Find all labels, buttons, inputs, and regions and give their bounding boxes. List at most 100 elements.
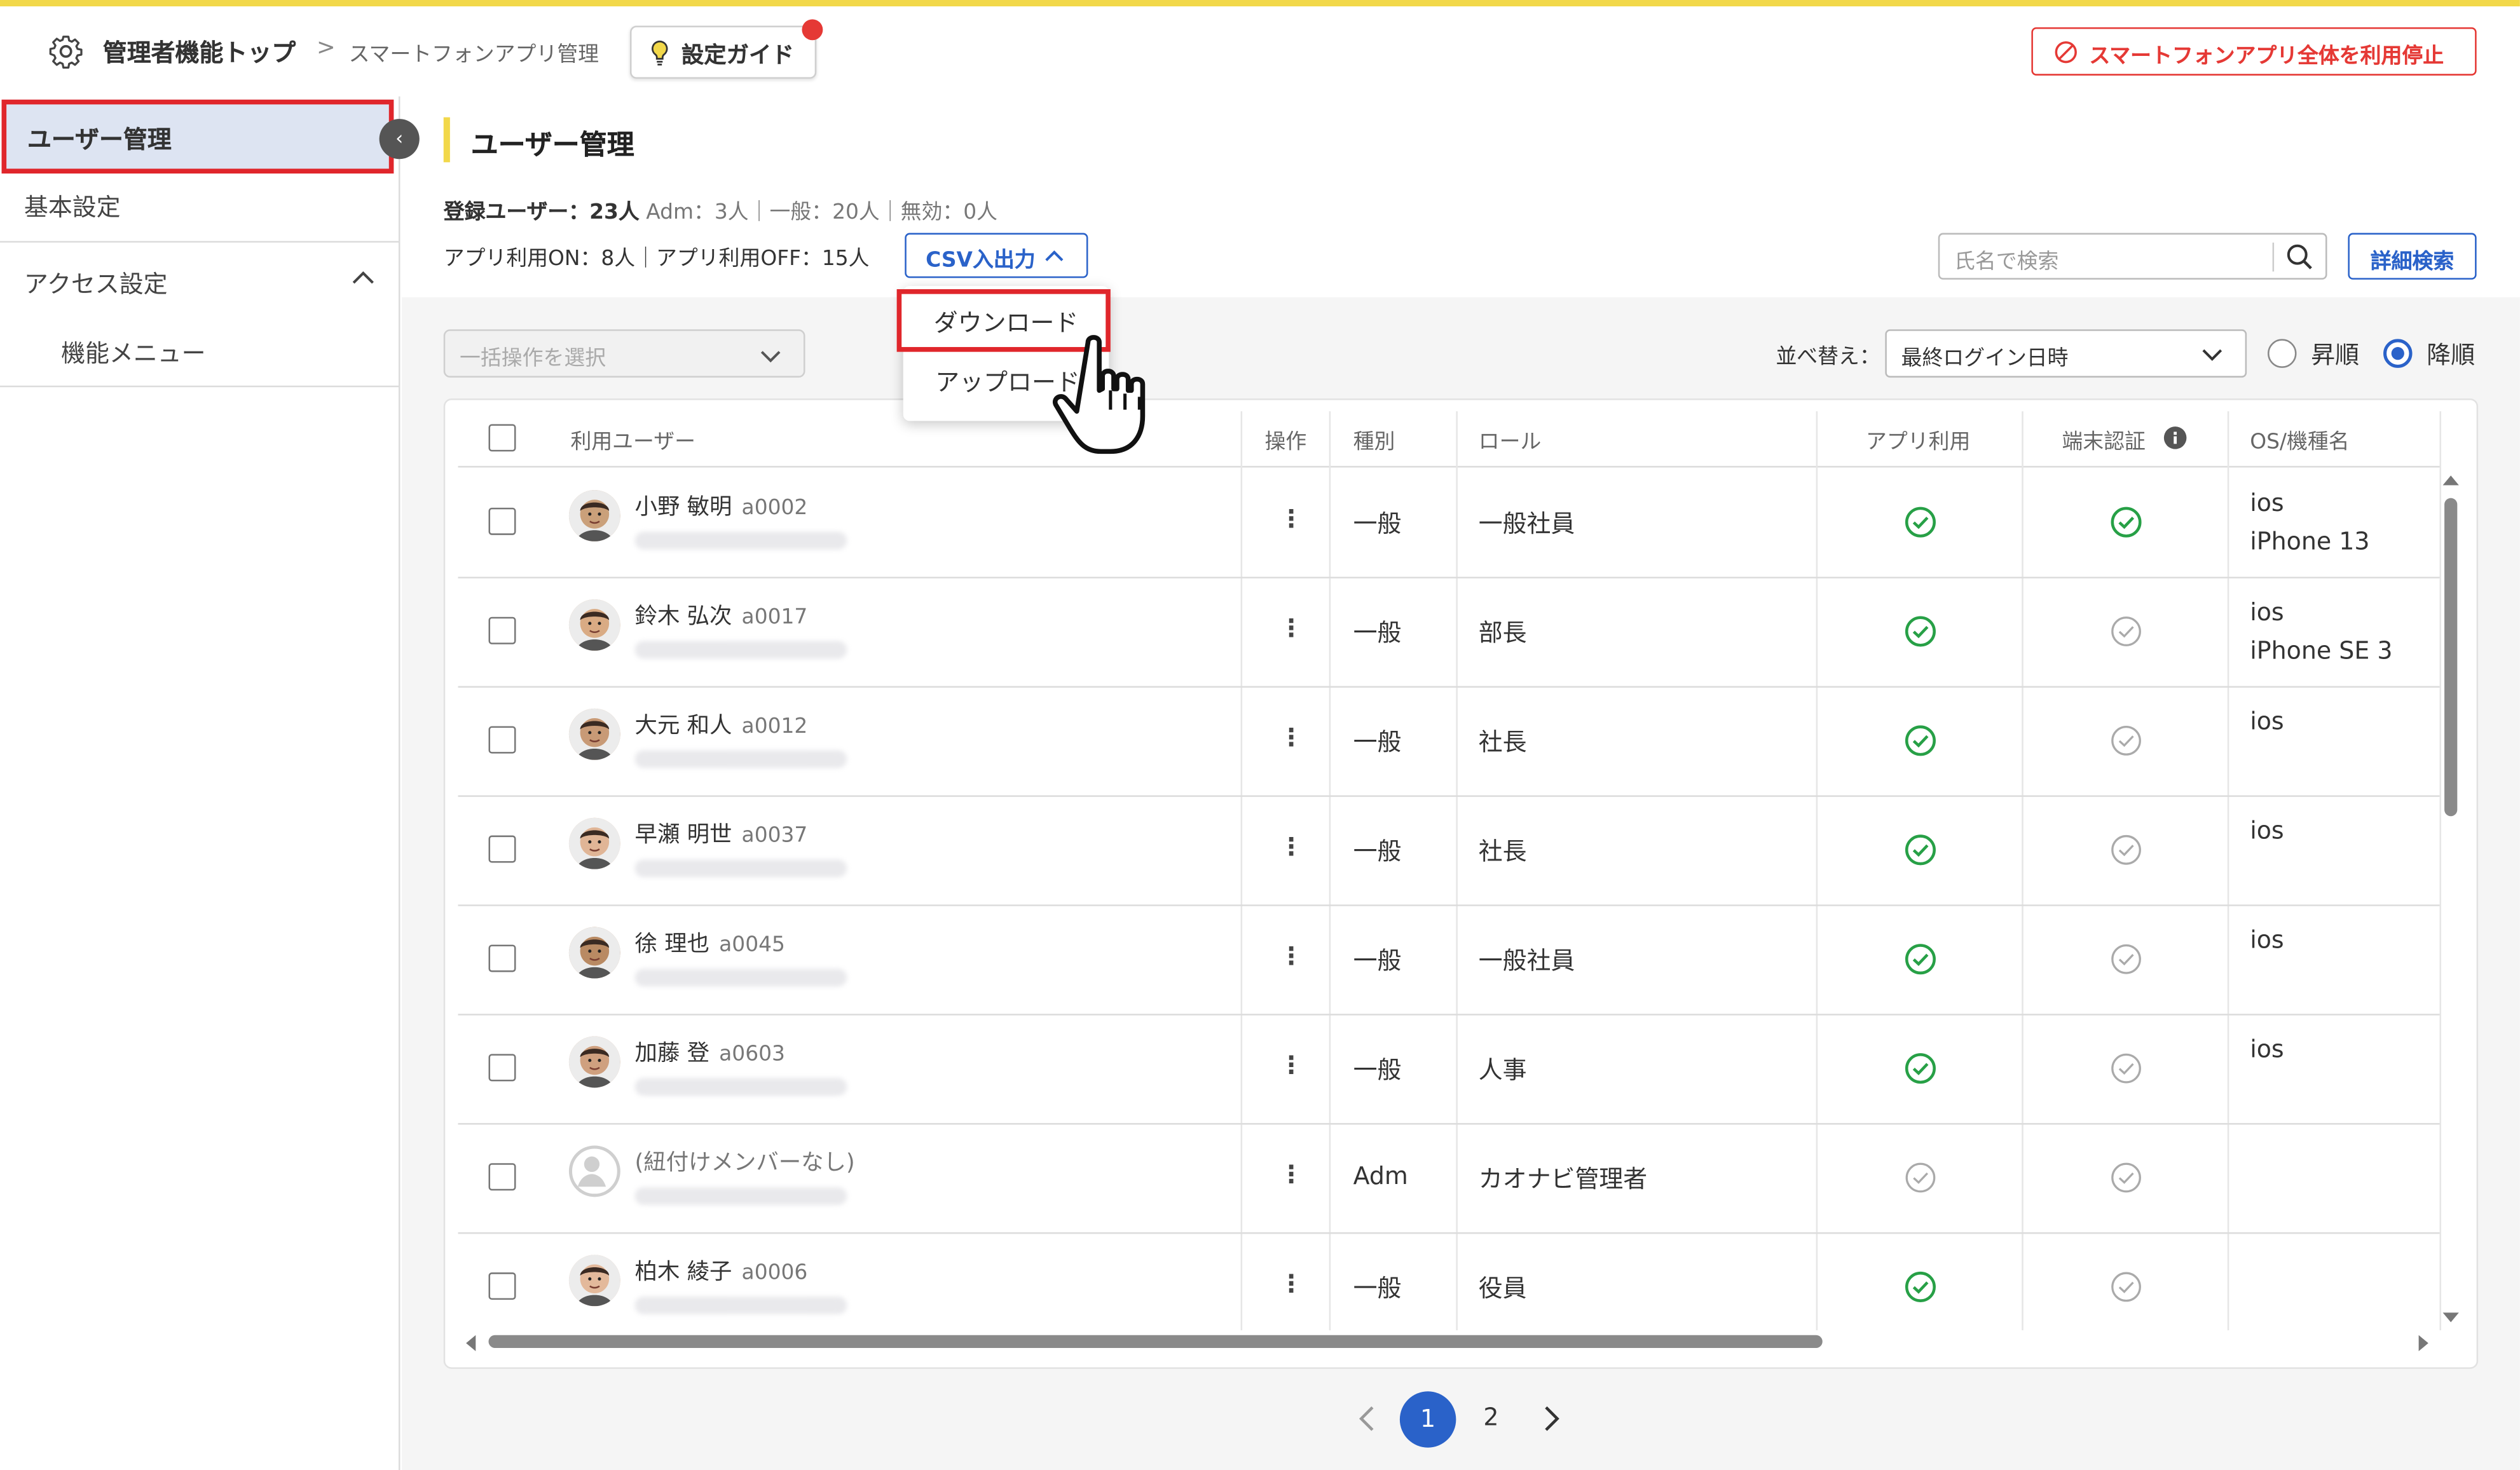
sidebar-item-function-menu[interactable]: 機能メニュー [61,336,206,369]
sort-select[interactable]: 最終ログイン日時 [1885,329,2247,378]
user-name[interactable]: 柏木 綾子 a0006 [635,1255,808,1287]
sidebar [0,96,401,1470]
scroll-right-arrow-icon[interactable] [2417,1333,2430,1352]
row-divider [458,576,2440,579]
row-action-menu-icon[interactable]: ⋮ [1279,614,1303,643]
breadcrumb-home[interactable]: 管理者機能トップ [103,36,296,69]
sidebar-item-user-management[interactable]: ユーザー管理 [1,99,394,174]
bulk-action-select[interactable]: 一括操作を選択 [443,329,805,378]
os-name: ios [2250,816,2284,845]
next-page-icon[interactable] [1543,1404,1562,1433]
sidebar-collapse-button[interactable]: ‹ [379,119,420,160]
device-auth-off-icon [2111,1162,2141,1193]
avatar [568,708,620,760]
row-action-menu-icon[interactable]: ⋮ [1279,833,1303,862]
user-email-blurred [634,641,847,659]
user-name[interactable]: 小野 敏明 a0002 [635,490,808,522]
user-id: a0017 [741,606,808,630]
vertical-scroll-thumb[interactable] [2444,498,2458,817]
col-header-app-usage[interactable]: アプリ利用 [1866,424,1970,455]
order-asc-label[interactable]: 昇順 [2311,337,2359,371]
user-name[interactable]: 鈴木 弘次 a0017 [635,599,808,632]
os-name: ios [2250,925,2284,955]
row-checkbox[interactable] [488,726,516,754]
row-checkbox[interactable] [488,1272,516,1300]
user-role: 人事 [1478,1055,1527,1085]
search-divider [2272,242,2275,272]
col-header-user[interactable]: 利用ユーザー [570,424,695,455]
select-all-checkbox[interactable] [488,424,516,452]
row-action-menu-icon[interactable]: ⋮ [1279,1051,1303,1080]
device-auth-off-icon [2111,726,2141,756]
column-divider [2022,411,2024,1331]
user-name-text: 小野 敏明 [634,494,732,521]
row-checkbox[interactable] [488,507,516,535]
col-header-device-auth[interactable]: 端末認証 [2062,424,2145,455]
col-header-role[interactable]: ロール [1479,424,1542,455]
table-header-divider [458,466,2440,468]
order-desc-radio[interactable] [2383,339,2413,368]
user-name[interactable]: (紐付けメンバーなし) [635,1145,865,1178]
row-checkbox[interactable] [488,616,516,644]
order-desc-label[interactable]: 降順 [2427,337,2475,371]
row-checkbox[interactable] [488,944,516,972]
user-type: 一般 [1353,1274,1402,1303]
notification-dot [802,19,823,41]
sidebar-item-label: ユーザー管理 [27,125,172,154]
order-asc-radio[interactable] [2268,339,2297,368]
info-icon[interactable] [2163,426,2188,450]
user-name[interactable]: 大元 和人 a0012 [635,709,808,741]
sidebar-divider [0,241,401,243]
row-action-menu-icon[interactable]: ⋮ [1279,1160,1303,1189]
device-model: iPhone 13 [2250,527,2370,556]
search-icon[interactable] [2285,243,2315,272]
sidebar-item-basic-settings[interactable]: 基本設定 [24,189,121,223]
row-action-menu-icon[interactable]: ⋮ [1279,723,1303,752]
advanced-search-button[interactable]: 詳細検索 [2348,233,2477,280]
os-name: ios [2250,1035,2284,1064]
user-id: a0006 [741,1261,808,1286]
horizontal-scroll-thumb[interactable] [488,1335,1823,1348]
chevron-down-icon [760,351,781,363]
row-checkbox[interactable] [488,835,516,863]
os-name: ios [2250,707,2284,736]
user-name-text: (紐付けメンバーなし) [634,1150,855,1176]
row-action-menu-icon[interactable]: ⋮ [1279,1269,1303,1298]
device-auth-off-icon [2111,616,2141,646]
stop-all-app-button[interactable]: スマートフォンアプリ全体を利用停止 [2031,27,2477,76]
title-accent-bar [443,117,450,163]
row-checkbox[interactable] [488,1163,516,1191]
scroll-left-arrow-icon[interactable] [465,1333,477,1352]
user-stats-line1: 登録ユーザー：23人 Adm：3人｜一般：20人｜無効：0人 [444,194,997,225]
scroll-up-arrow-icon[interactable] [2441,474,2460,487]
sidebar-item-access-settings[interactable]: アクセス設定 [24,267,168,301]
user-role: 一般社員 [1478,946,1575,976]
page-2-button[interactable]: 2 [1483,1403,1498,1432]
row-action-menu-icon[interactable]: ⋮ [1279,941,1303,970]
prev-page-icon[interactable] [1357,1404,1376,1433]
col-header-os[interactable]: OS/機種名 [2250,424,2349,455]
csv-io-label: CSV入出力 [926,248,1036,273]
scroll-down-arrow-icon[interactable] [2441,1311,2460,1324]
pointer-hand-icon [1053,335,1146,454]
name-search-input[interactable]: 氏名で検索 [1938,233,2327,280]
user-name[interactable]: 加藤 登 a0603 [635,1037,785,1069]
setup-guide-button[interactable]: 設定ガイド [629,25,817,79]
user-type: 一般 [1353,946,1402,976]
user-name[interactable]: 徐 理也 a0045 [635,927,785,960]
col-header-type[interactable]: 種別 [1353,424,1395,455]
gear-icon[interactable] [48,34,84,69]
avatar [568,1036,620,1088]
user-name[interactable]: 早瀬 明世 a0037 [635,818,808,850]
row-divider [458,1232,2440,1234]
page-1-button[interactable]: 1 [1399,1391,1456,1448]
user-email-blurred [634,531,847,550]
app-usage-on-icon [1905,1053,1936,1084]
row-action-menu-icon[interactable]: ⋮ [1279,505,1303,534]
user-type: 一般 [1353,618,1402,648]
app-usage-off-icon [1905,1162,1936,1193]
chevron-up-icon[interactable] [352,270,374,286]
csv-io-button[interactable]: CSV入出力 [905,233,1088,278]
row-checkbox[interactable] [488,1054,516,1082]
user-name-text: 加藤 登 [634,1041,709,1067]
